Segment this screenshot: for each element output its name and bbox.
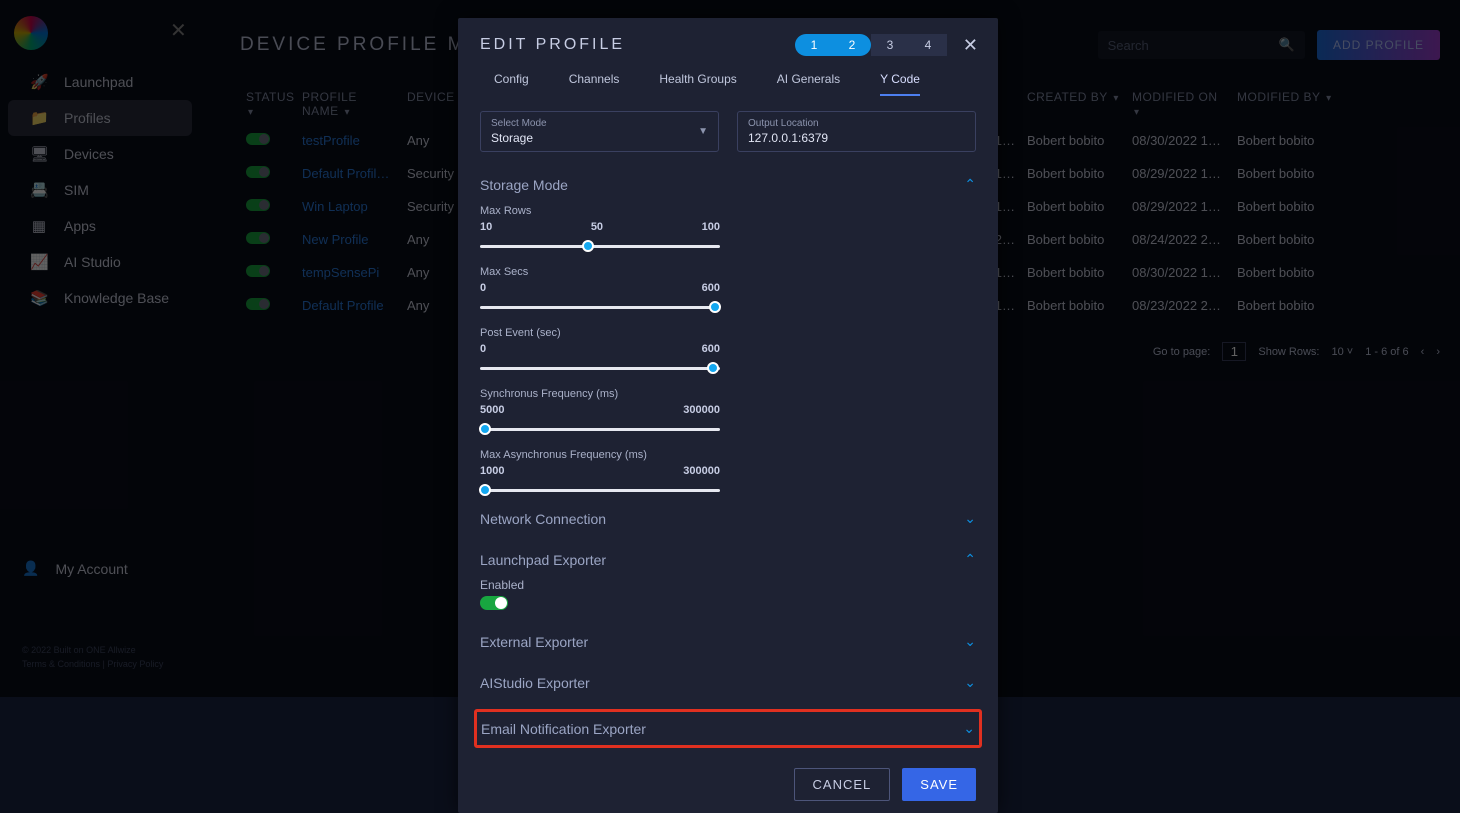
step-2[interactable]: 2	[833, 34, 871, 56]
slider-label: Post Event (sec)	[480, 327, 720, 339]
section-title: Email Notification Exporter	[481, 721, 646, 737]
slider-min: 5000	[480, 404, 504, 416]
output-location-field[interactable]: Output Location 127.0.0.1:6379	[737, 111, 976, 152]
edit-profile-modal: EDIT PROFILE 1 2 3 4 ✕ Config Channels H…	[458, 18, 998, 813]
step-4[interactable]: 4	[909, 34, 947, 56]
section-network[interactable]: Network Connection ⌄	[480, 504, 976, 533]
step-1[interactable]: 1	[795, 34, 833, 56]
slider-knob[interactable]	[707, 362, 719, 374]
chevron-down-icon: ▼	[698, 126, 708, 137]
select-mode-field[interactable]: Select Mode Storage ▼	[480, 111, 719, 152]
section-launchpad-exporter[interactable]: Launchpad Exporter ⌃	[480, 545, 976, 574]
slider-knob[interactable]	[479, 423, 491, 435]
slider-knob[interactable]	[582, 240, 594, 252]
chevron-down-icon: ⌄	[963, 720, 975, 737]
slider-track[interactable]	[480, 245, 720, 248]
tab-ai[interactable]: AI Generals	[777, 72, 840, 96]
field-value: 127.0.0.1:6379	[748, 131, 965, 145]
chevron-down-icon: ⌄	[964, 633, 976, 650]
slider-min: 0	[480, 343, 486, 355]
section-title: Network Connection	[480, 511, 606, 527]
save-button[interactable]: SAVE	[902, 768, 976, 801]
slider[interactable]: Synchronus Frequency (ms) 5000 300000	[480, 388, 720, 431]
slider-track[interactable]	[480, 428, 720, 431]
field-label: Output Location	[748, 118, 965, 129]
section-title: Storage Mode	[480, 177, 568, 193]
chevron-down-icon: ⌄	[964, 510, 976, 527]
tab-ycode[interactable]: Y Code	[880, 72, 920, 96]
section-title: Launchpad Exporter	[480, 552, 606, 568]
cancel-button[interactable]: CANCEL	[794, 768, 891, 801]
section-title: AIStudio Exporter	[480, 675, 590, 691]
section-title: External Exporter	[480, 634, 588, 650]
tab-health[interactable]: Health Groups	[659, 72, 736, 96]
slider-max: 100	[702, 221, 720, 233]
slider-track[interactable]	[480, 367, 720, 370]
slider-max: 300000	[683, 465, 720, 477]
slider-knob[interactable]	[479, 484, 491, 496]
field-value: Storage	[491, 131, 708, 145]
slider-min: 1000	[480, 465, 504, 477]
chevron-down-icon: ⌄	[964, 674, 976, 691]
close-icon[interactable]: ✕	[963, 35, 978, 56]
modal-title: EDIT PROFILE	[480, 36, 625, 54]
modal-tabs: Config Channels Health Groups AI General…	[458, 66, 998, 97]
slider-track[interactable]	[480, 306, 720, 309]
section-external-exporter[interactable]: External Exporter ⌄	[480, 627, 976, 656]
step-indicator: 1 2 3 4	[795, 34, 947, 56]
enabled-toggle[interactable]	[480, 596, 508, 610]
slider[interactable]: Max Rows 10 50 100	[480, 205, 720, 248]
section-storage-mode[interactable]: Storage Mode ⌃	[480, 170, 976, 199]
slider-max: 300000	[683, 404, 720, 416]
slider-track[interactable]	[480, 489, 720, 492]
slider-min: 0	[480, 282, 486, 294]
slider-mid: 50	[591, 221, 603, 233]
chevron-up-icon: ⌃	[964, 551, 976, 568]
enabled-label: Enabled	[480, 578, 976, 592]
highlight-email-exporter: Email Notification Exporter ⌄	[474, 709, 982, 748]
tab-config[interactable]: Config	[494, 72, 529, 96]
field-label: Select Mode	[491, 118, 708, 129]
section-email-exporter[interactable]: Email Notification Exporter ⌄	[481, 714, 975, 743]
slider[interactable]: Max Asynchronus Frequency (ms) 1000 300000	[480, 449, 720, 492]
slider[interactable]: Max Secs 0 600	[480, 266, 720, 309]
slider[interactable]: Post Event (sec) 0 600	[480, 327, 720, 370]
slider-label: Max Secs	[480, 266, 720, 278]
slider-label: Max Rows	[480, 205, 720, 217]
slider-max: 600	[702, 282, 720, 294]
tab-channels[interactable]: Channels	[569, 72, 620, 96]
slider-label: Max Asynchronus Frequency (ms)	[480, 449, 720, 461]
slider-min: 10	[480, 221, 492, 233]
slider-label: Synchronus Frequency (ms)	[480, 388, 720, 400]
chevron-up-icon: ⌃	[964, 176, 976, 193]
step-3[interactable]: 3	[871, 34, 909, 56]
slider-knob[interactable]	[709, 301, 721, 313]
section-aistudio-exporter[interactable]: AIStudio Exporter ⌄	[480, 668, 976, 697]
slider-max: 600	[702, 343, 720, 355]
